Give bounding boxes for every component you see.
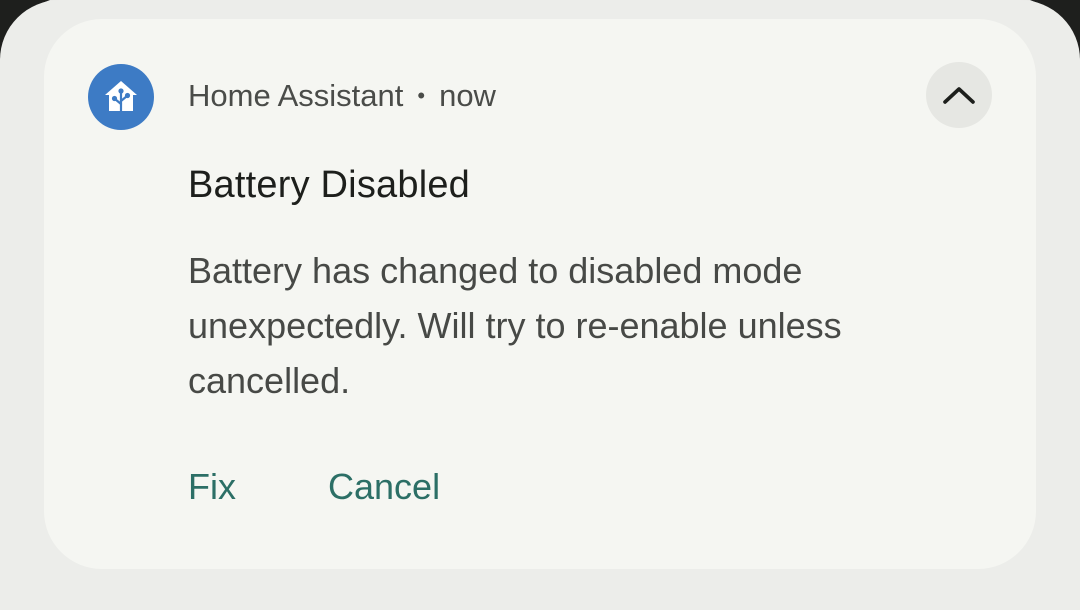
- home-assistant-icon: [88, 64, 154, 130]
- cancel-button[interactable]: Cancel: [328, 466, 440, 508]
- notification-body: Battery has changed to disabled mode une…: [188, 250, 842, 401]
- collapse-button[interactable]: [926, 62, 992, 128]
- fix-button[interactable]: Fix: [188, 466, 236, 508]
- app-name: Home Assistant: [188, 78, 404, 113]
- notification-title: Battery Disabled: [188, 164, 471, 206]
- header-separator: •: [417, 83, 426, 108]
- chevron-up-icon: [943, 87, 975, 104]
- notification-time: now: [439, 78, 496, 113]
- notification-actions: Fix Cancel: [188, 462, 440, 512]
- notification-header: Home Assistant • now: [188, 74, 496, 118]
